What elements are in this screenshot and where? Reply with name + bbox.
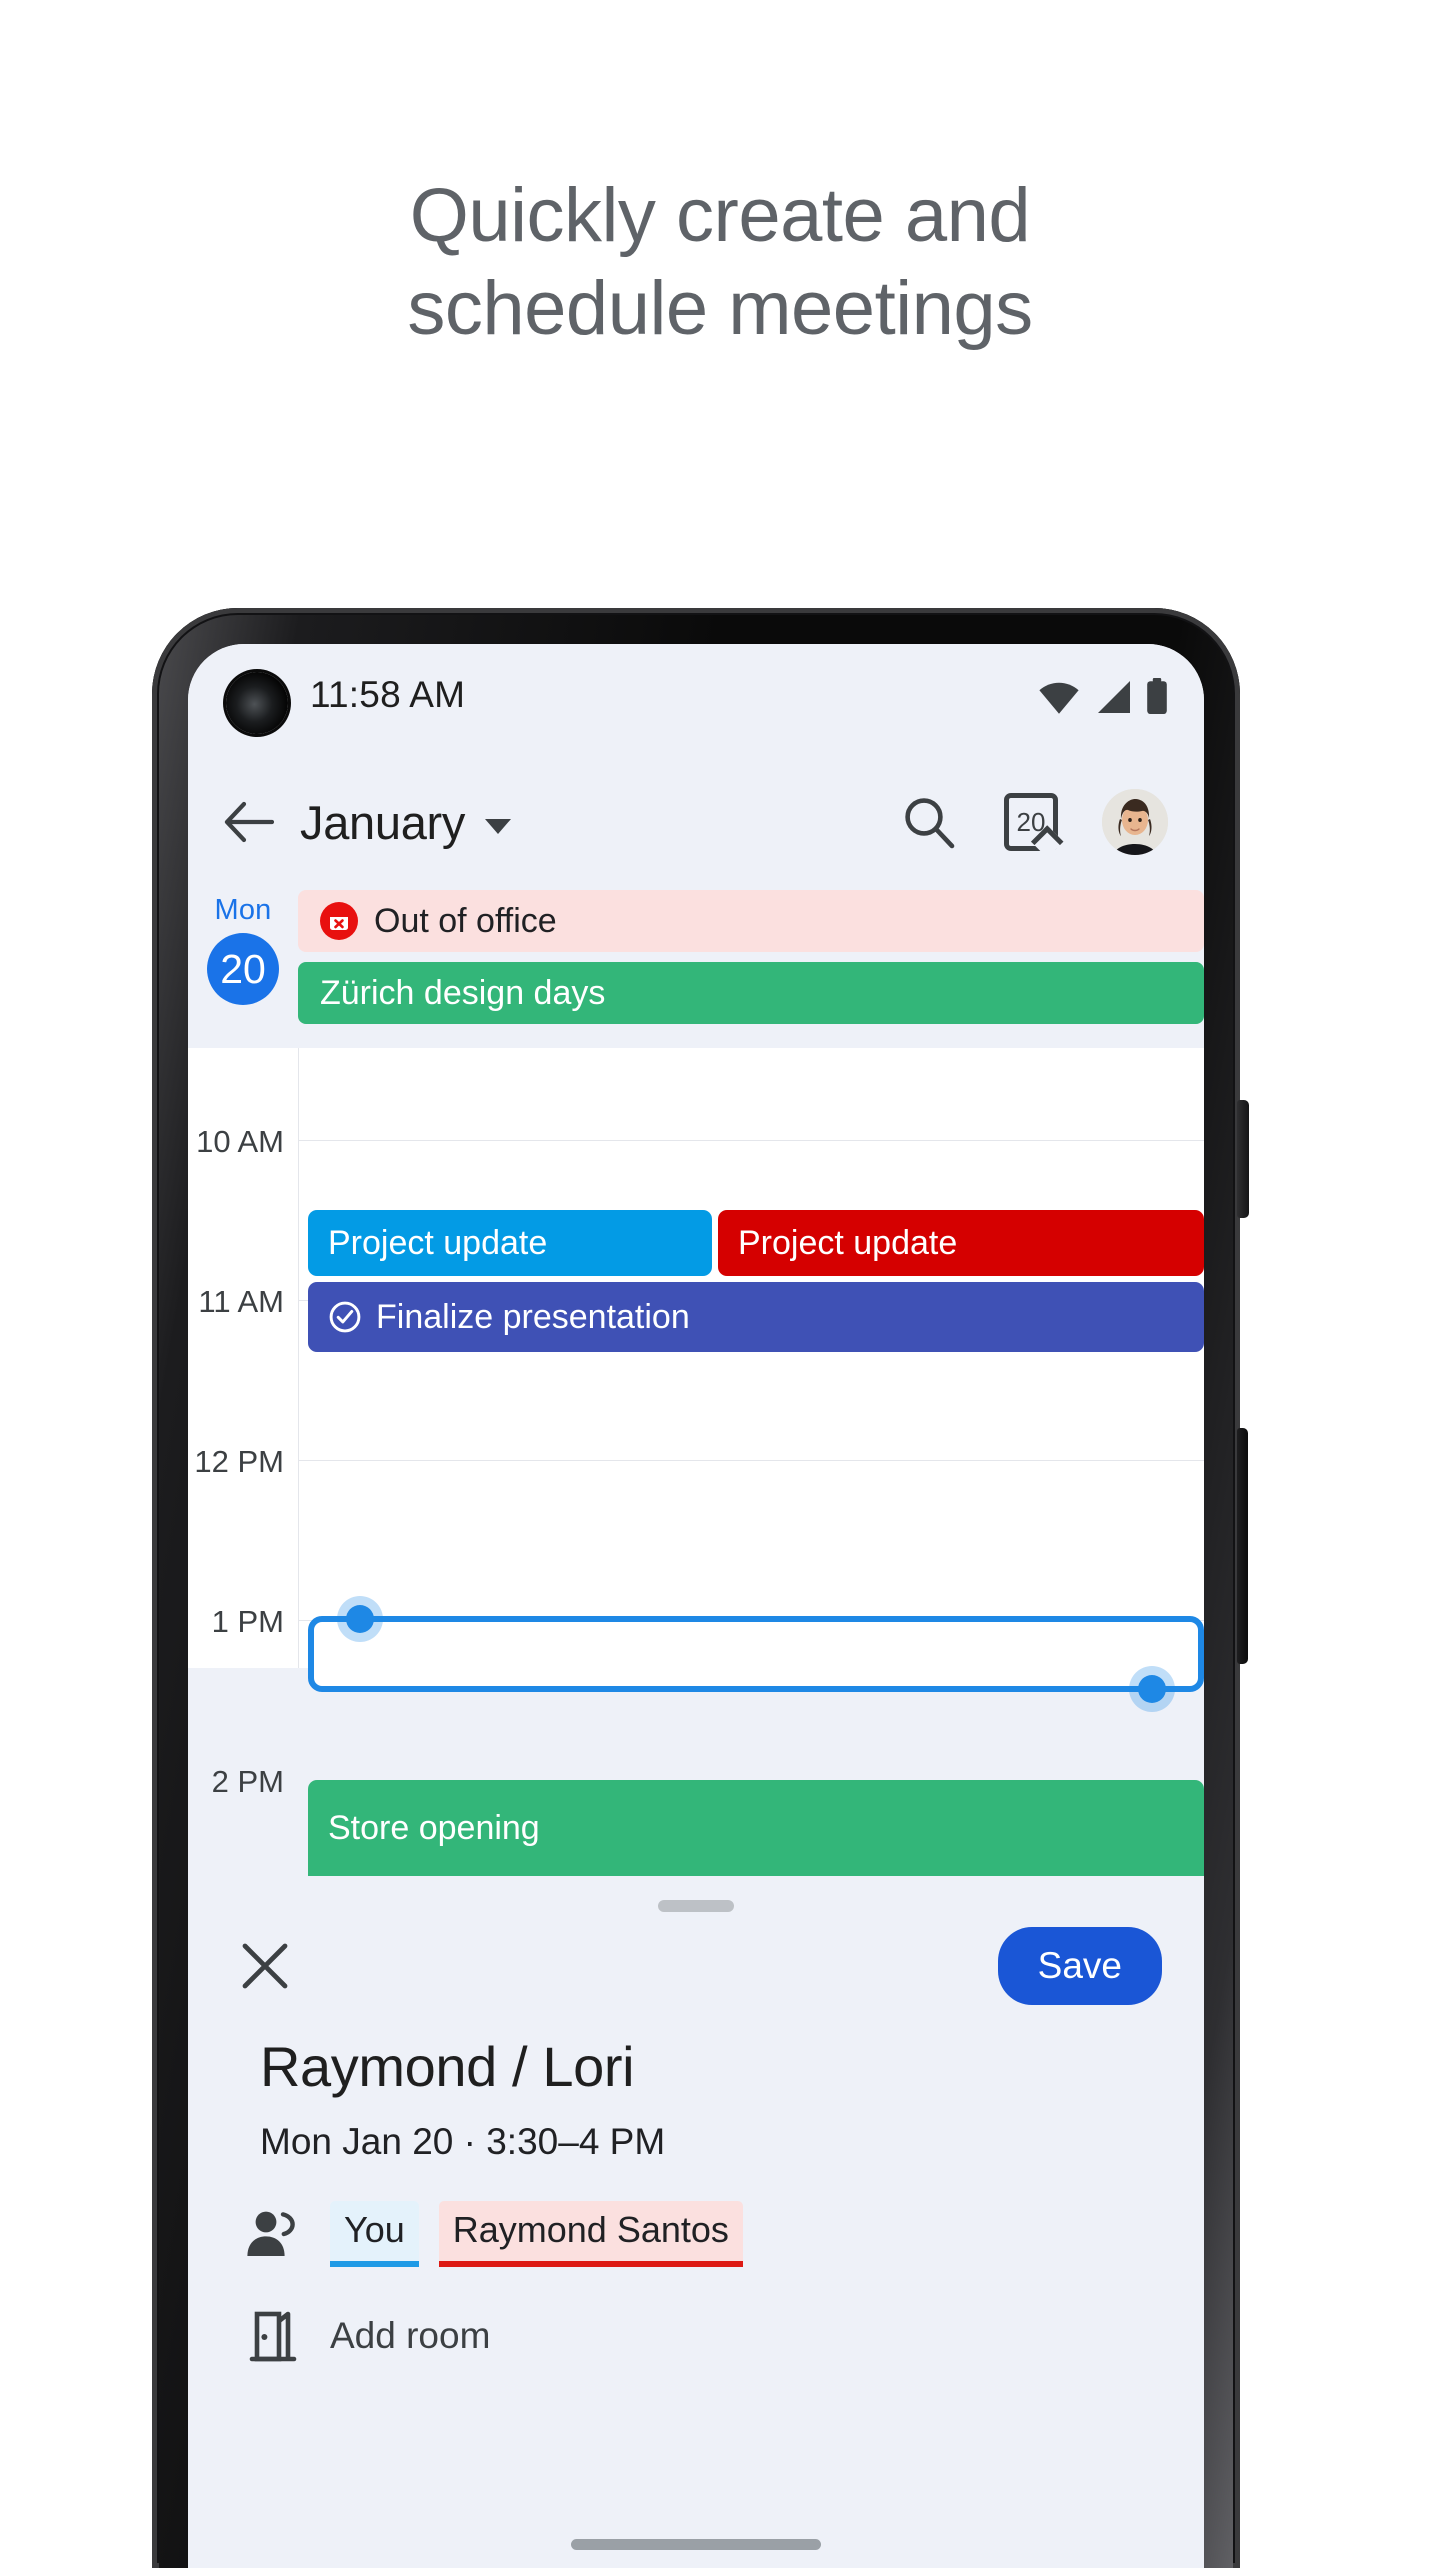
all-day-event-title: Out of office	[374, 901, 557, 940]
event-store-opening[interactable]: Store opening	[308, 1780, 1204, 1876]
phone-mockup: 11:58 AM January 20 Mon 20 Out of office…	[152, 608, 1249, 2568]
wifi-icon	[1039, 682, 1079, 714]
attendee-chip-you[interactable]: You	[330, 2201, 419, 2267]
all-day-event-zurich[interactable]: Zürich design days	[298, 962, 1204, 1024]
hour-label-1pm: 1 PM	[211, 1604, 284, 1639]
drag-handle-start[interactable]	[346, 1605, 374, 1633]
avatar[interactable]	[1102, 789, 1168, 855]
event-title: Project update	[738, 1223, 958, 1262]
day-of-week-label: Mon	[214, 894, 272, 926]
headline-line-1: Quickly create and	[409, 173, 1031, 258]
busy-calendar-icon	[320, 902, 358, 940]
app-toolbar: January 20	[188, 762, 1204, 882]
people-icon	[242, 2203, 304, 2265]
hour-label-12pm: 12 PM	[194, 1444, 284, 1479]
volume-button[interactable]	[1237, 1428, 1248, 1664]
event-title: Store opening	[328, 1808, 540, 1847]
power-button[interactable]	[1237, 1100, 1249, 1218]
status-icons	[1038, 678, 1168, 714]
time-grid: 9 AM 10 AM 11 AM 12 PM 1 PM 2 PM Project…	[188, 1032, 1204, 1876]
all-day-event-title: Zürich design days	[320, 973, 606, 1012]
all-day-event-out-of-office[interactable]: Out of office	[298, 890, 1204, 952]
headline-line-2: schedule meetings	[407, 265, 1033, 351]
add-room-label: Add room	[330, 2315, 491, 2356]
day-selector[interactable]: Mon 20	[188, 890, 298, 1034]
hour-label-2pm: 2 PM	[211, 1764, 284, 1799]
close-icon	[242, 1943, 288, 1989]
back-arrow-icon	[224, 801, 274, 843]
event-title-field[interactable]: Raymond / Lori	[188, 2008, 1204, 2099]
hour-label-10am: 10 AM	[196, 1124, 284, 1159]
grid-vertical-divider	[298, 1048, 299, 1668]
today-date-button[interactable]: 20	[1000, 791, 1062, 853]
event-datetime-field[interactable]: Mon Jan 20 · 3:30–4 PM	[188, 2099, 1204, 2163]
sheet-drag-handle[interactable]	[658, 1900, 734, 1912]
page-headline: Quickly create and schedule meetings	[0, 0, 1440, 355]
gridline-12pm	[298, 1460, 1204, 1461]
front-camera-icon	[226, 672, 288, 734]
phone-screen: 11:58 AM January 20 Mon 20 Out of office…	[188, 644, 1204, 2568]
battery-icon	[1147, 678, 1167, 714]
avatar-image	[1102, 789, 1168, 855]
save-button[interactable]: Save	[997, 1927, 1162, 2005]
event-title: Project update	[328, 1223, 548, 1262]
gridline-10am	[298, 1140, 1204, 1141]
chevron-down-icon[interactable]	[485, 818, 512, 834]
hour-label-11am: 11 AM	[198, 1284, 284, 1319]
status-time: 11:58 AM	[310, 674, 466, 715]
month-title[interactable]: January	[300, 795, 465, 850]
back-button[interactable]	[218, 791, 280, 853]
search-button[interactable]	[898, 791, 960, 853]
new-event-selection[interactable]	[308, 1605, 1204, 1703]
gesture-nav-pill[interactable]	[571, 2539, 821, 2550]
event-finalize-presentation[interactable]: Finalize presentation	[308, 1282, 1204, 1352]
close-button[interactable]	[234, 1935, 296, 1997]
calendar-date-number: 20	[1016, 806, 1046, 837]
calendar-date-icon: 20	[1004, 793, 1058, 851]
day-number-badge: 20	[207, 933, 279, 1005]
attendee-chip-raymond-santos[interactable]: Raymond Santos	[438, 2201, 743, 2267]
event-project-update-red[interactable]: Project update	[718, 1210, 1204, 1276]
search-icon	[905, 798, 955, 849]
sheet-action-bar: Save	[188, 1912, 1204, 2008]
add-room-row[interactable]: Add room	[188, 2267, 1204, 2367]
all-day-events: Out of office Zürich design days	[298, 890, 1204, 1034]
event-project-update-blue[interactable]: Project update	[308, 1210, 712, 1276]
attendees-row: You Raymond Santos	[188, 2163, 1204, 2267]
door-room-icon	[242, 2305, 304, 2367]
event-edit-bottom-sheet: Save Raymond / Lori Mon Jan 20 · 3:30–4 …	[188, 1878, 1204, 2568]
cellular-signal-icon	[1098, 681, 1130, 713]
task-check-icon	[328, 1300, 362, 1334]
status-bar: 11:58 AM	[188, 644, 1204, 762]
drag-handle-end[interactable]	[1138, 1675, 1166, 1703]
day-header: Mon 20 Out of office Zürich design days	[188, 882, 1204, 1048]
event-title: Finalize presentation	[376, 1297, 690, 1336]
